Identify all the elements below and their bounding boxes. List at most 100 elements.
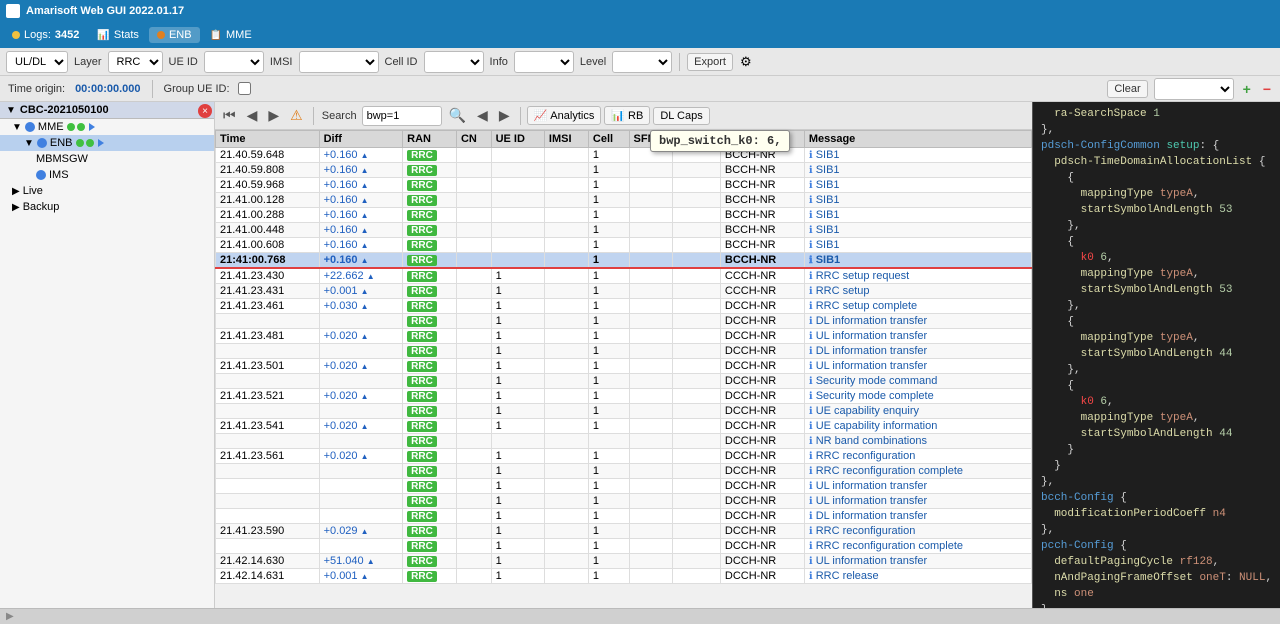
search-icon-button[interactable]: 🔍 <box>445 105 470 126</box>
info-select[interactable] <box>514 51 574 73</box>
message-link[interactable]: SIB1 <box>816 224 840 236</box>
sidebar-close-button[interactable]: × <box>198 104 212 118</box>
message-link[interactable]: UL information transfer <box>816 330 927 342</box>
ue-id-select[interactable] <box>204 51 264 73</box>
table-row[interactable]: 21.40.59.968 +0.160 ▲ RRC 1 BCCH-NR ℹ SI… <box>216 178 1032 193</box>
message-link[interactable]: UE capability enquiry <box>816 405 919 417</box>
col-time[interactable]: Time <box>216 131 320 148</box>
table-row[interactable]: RRC 1 1 DCCH-NR ℹ RRC reconfiguration co… <box>216 464 1032 479</box>
table-row[interactable]: 21.41.23.431 +0.001 ▲ RRC 1 1 CCCH-NR ℹ … <box>216 284 1032 299</box>
menu-item-mme[interactable]: 📋 MME <box>202 27 260 43</box>
cell-message[interactable]: ℹ RRC setup <box>804 284 1031 299</box>
message-link[interactable]: SIB1 <box>816 149 840 161</box>
cell-message[interactable]: ℹ SIB1 <box>804 238 1031 253</box>
message-link[interactable]: UE capability information <box>816 420 938 432</box>
message-link[interactable]: DL information transfer <box>816 345 927 357</box>
cell-message[interactable]: ℹ Security mode complete <box>804 389 1031 404</box>
col-message[interactable]: Message <box>804 131 1031 148</box>
search-prev-button[interactable]: ◀ <box>473 105 492 126</box>
cell-message[interactable]: ℹ SIB1 <box>804 193 1031 208</box>
table-row[interactable]: 21.41.23.430 +22.662 ▲ RRC 1 1 CCCH-NR ℹ… <box>216 268 1032 284</box>
menu-item-enb[interactable]: ENB <box>149 27 200 43</box>
menu-item-stats[interactable]: 📊 Stats <box>89 27 147 43</box>
cell-message[interactable]: ℹ RRC release <box>804 569 1031 584</box>
cell-message[interactable]: ℹ NR band combinations <box>804 434 1031 449</box>
table-row[interactable]: 21.41.23.541 +0.020 ▲ RRC 1 1 DCCH-NR ℹ … <box>216 419 1032 434</box>
table-row[interactable]: 21.40.59.808 +0.160 ▲ RRC 1 BCCH-NR ℹ SI… <box>216 163 1032 178</box>
add-button[interactable]: + <box>1240 81 1254 97</box>
table-row[interactable]: 21.41.23.461 +0.030 ▲ RRC 1 1 DCCH-NR ℹ … <box>216 299 1032 314</box>
message-link[interactable]: RRC setup <box>816 285 870 297</box>
nav-start-button[interactable]: ⏮ <box>219 105 240 126</box>
col-ran[interactable]: RAN <box>403 131 457 148</box>
message-link[interactable]: DL information transfer <box>816 510 927 522</box>
level-select[interactable] <box>612 51 672 73</box>
table-row[interactable]: 21.41.23.561 +0.020 ▲ RRC 1 1 DCCH-NR ℹ … <box>216 449 1032 464</box>
nav-next-button[interactable]: ▶ <box>264 105 283 126</box>
message-link[interactable]: RRC setup request <box>816 270 910 282</box>
table-row[interactable]: 21.41.23.590 +0.029 ▲ RRC 1 1 DCCH-NR ℹ … <box>216 524 1032 539</box>
sidebar-item-mme[interactable]: ▼ MME <box>0 119 214 135</box>
dl-caps-button[interactable]: DL Caps <box>653 107 709 125</box>
message-link[interactable]: SIB1 <box>816 209 840 221</box>
menu-item-logs[interactable]: Logs: 3452 <box>4 27 87 43</box>
direction-select[interactable]: UL/DLULDL <box>6 51 68 73</box>
cell-message[interactable]: ℹ RRC reconfiguration complete <box>804 539 1031 554</box>
message-link[interactable]: NR band combinations <box>816 435 927 447</box>
cell-message[interactable]: ℹ SIB1 <box>804 208 1031 223</box>
message-link[interactable]: RRC reconfiguration complete <box>816 540 963 552</box>
nav-prev-button[interactable]: ◀ <box>243 105 262 126</box>
imsi-select[interactable] <box>299 51 379 73</box>
cell-message[interactable]: ℹ RRC setup complete <box>804 299 1031 314</box>
message-link[interactable]: SIB1 <box>816 179 840 191</box>
cell-message[interactable]: ℹ RRC reconfiguration <box>804 524 1031 539</box>
message-link[interactable]: UL information transfer <box>816 495 927 507</box>
sidebar-item-live[interactable]: ▶ Live <box>0 183 214 199</box>
cell-message[interactable]: ℹ UL information transfer <box>804 554 1031 569</box>
cell-message[interactable]: ℹ UE capability enquiry <box>804 404 1031 419</box>
cell-message[interactable]: ℹ UL information transfer <box>804 479 1031 494</box>
message-link[interactable]: SIB1 <box>816 239 840 251</box>
sidebar-item-backup[interactable]: ▶ Backup <box>0 199 214 215</box>
message-link[interactable]: RRC setup complete <box>816 300 918 312</box>
table-row[interactable]: 21.41.23.521 +0.020 ▲ RRC 1 1 DCCH-NR ℹ … <box>216 389 1032 404</box>
cell-message[interactable]: ℹ RRC setup request <box>804 268 1031 284</box>
message-link[interactable]: SIB1 <box>816 254 840 266</box>
message-link[interactable]: RRC reconfiguration <box>816 525 916 537</box>
col-cn[interactable]: CN <box>456 131 491 148</box>
cell-message[interactable]: ℹ DL information transfer <box>804 509 1031 524</box>
table-row[interactable]: 21.41.00.288 +0.160 ▲ RRC 1 BCCH-NR ℹ SI… <box>216 208 1032 223</box>
table-row[interactable]: RRC 1 1 DCCH-NR ℹ RRC reconfiguration co… <box>216 539 1032 554</box>
table-row[interactable]: RRC DCCH-NR ℹ NR band combinations <box>216 434 1032 449</box>
table-row[interactable]: 21.42.14.631 +0.001 ▲ RRC 1 1 DCCH-NR ℹ … <box>216 569 1032 584</box>
cell-id-select[interactable] <box>424 51 484 73</box>
cell-message[interactable]: ℹ SIB1 <box>804 148 1031 163</box>
warning-button[interactable]: ⚠ <box>286 105 307 126</box>
table-row[interactable]: RRC 1 1 DCCH-NR ℹ DL information transfe… <box>216 314 1032 329</box>
table-row[interactable]: RRC 1 1 DCCH-NR ℹ UE capability enquiry <box>216 404 1032 419</box>
table-row[interactable]: 21:41:00.768 +0.160 ▲ RRC 1 BCCH-NR ℹ SI… <box>216 253 1032 269</box>
table-row[interactable]: 21.41.00.128 +0.160 ▲ RRC 1 BCCH-NR ℹ SI… <box>216 193 1032 208</box>
cell-message[interactable]: ℹ SIB1 <box>804 223 1031 238</box>
col-diff[interactable]: Diff <box>319 131 403 148</box>
cell-message[interactable]: ℹ RRC reconfiguration complete <box>804 464 1031 479</box>
search-next-button[interactable]: ▶ <box>495 105 514 126</box>
table-row[interactable]: 21.41.23.481 +0.020 ▲ RRC 1 1 DCCH-NR ℹ … <box>216 329 1032 344</box>
table-row[interactable]: 21.42.14.630 +51.040 ▲ RRC 1 1 DCCH-NR ℹ… <box>216 554 1032 569</box>
table-row[interactable]: RRC 1 1 DCCH-NR ℹ DL information transfe… <box>216 344 1032 359</box>
table-row[interactable]: RRC 1 1 DCCH-NR ℹ UL information transfe… <box>216 479 1032 494</box>
col-cell[interactable]: Cell <box>588 131 629 148</box>
table-row[interactable]: 21.41.23.501 +0.020 ▲ RRC 1 1 DCCH-NR ℹ … <box>216 359 1032 374</box>
cell-message[interactable]: ℹ DL information transfer <box>804 314 1031 329</box>
cell-message[interactable]: ℹ UL information transfer <box>804 329 1031 344</box>
clear-options[interactable] <box>1154 78 1234 100</box>
analytics-button[interactable]: 📈 Analytics <box>527 106 602 125</box>
message-link[interactable]: SIB1 <box>816 194 840 206</box>
message-link[interactable]: SIB1 <box>816 164 840 176</box>
settings-icon[interactable]: ⚙ <box>737 54 755 70</box>
remove-button[interactable]: − <box>1260 81 1274 97</box>
message-link[interactable]: Security mode complete <box>816 390 934 402</box>
group-ue-checkbox[interactable] <box>238 82 251 95</box>
rb-button[interactable]: 📊 RB <box>604 106 650 125</box>
cell-message[interactable]: ℹ UE capability information <box>804 419 1031 434</box>
